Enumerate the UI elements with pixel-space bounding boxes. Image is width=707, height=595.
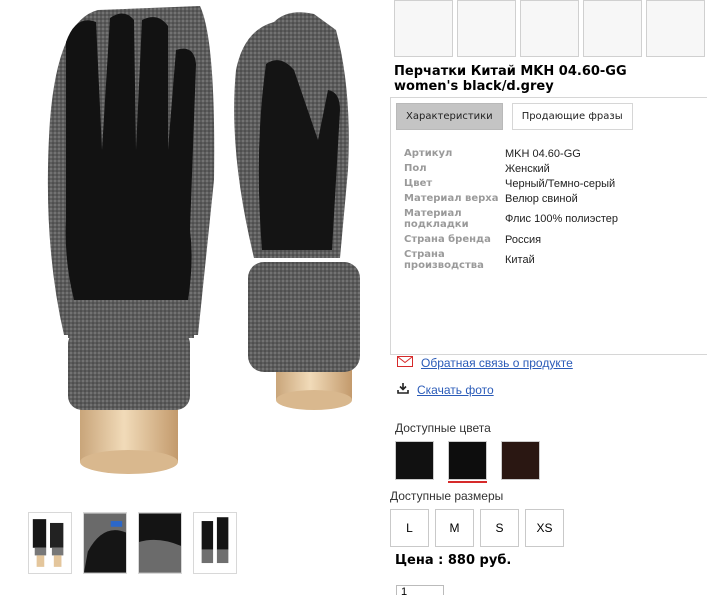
color-swatch-dark-brown[interactable] bbox=[501, 441, 540, 480]
download-photo-link[interactable]: Скачать фото bbox=[417, 383, 494, 397]
feedback-link[interactable]: Обратная связь о продукте bbox=[421, 356, 573, 370]
download-icon bbox=[397, 382, 409, 397]
product-info-panel: Характеристики Продающие фразы Артикул M… bbox=[390, 97, 707, 355]
gloves-photo bbox=[47, 6, 360, 474]
thumbnail-3[interactable] bbox=[138, 512, 182, 574]
spec-key: Материал верха bbox=[404, 193, 499, 204]
top-thumbnail[interactable] bbox=[394, 0, 453, 57]
spec-row: Страна бренда Россия bbox=[404, 232, 618, 247]
top-thumbnail[interactable] bbox=[457, 0, 516, 57]
spec-row: Материал подкладки Флис 100% полиэстер bbox=[404, 206, 618, 232]
spec-row: Материал верха Велюр свиной bbox=[404, 191, 618, 206]
size-option-l[interactable]: L bbox=[390, 509, 429, 547]
tab-characteristics[interactable]: Характеристики bbox=[396, 103, 503, 130]
spec-key: Страна бренда bbox=[404, 234, 491, 245]
spec-row: Страна производства Китай bbox=[404, 247, 618, 273]
spec-key: Пол bbox=[404, 163, 427, 174]
thumbnail-strip bbox=[28, 512, 237, 574]
thumbnail-4[interactable] bbox=[193, 512, 237, 574]
spec-value: MKH 04.60-GG bbox=[505, 147, 581, 160]
spec-row: Цвет Черный/Темно-серый bbox=[404, 176, 618, 191]
top-thumbnail-row bbox=[394, 0, 705, 57]
spec-row: Артикул MKH 04.60-GG bbox=[404, 146, 618, 161]
spec-key: Материал подкладки bbox=[404, 208, 469, 230]
tab-selling-phrases[interactable]: Продающие фразы bbox=[511, 103, 633, 130]
size-option-xs[interactable]: XS bbox=[525, 509, 564, 547]
size-option-m[interactable]: M bbox=[435, 509, 474, 547]
spec-value: Черный/Темно-серый bbox=[505, 177, 616, 190]
spec-key: Артикул bbox=[404, 148, 453, 159]
feedback-row: Обратная связь о продукте bbox=[397, 356, 573, 370]
size-option-s[interactable]: S bbox=[480, 509, 519, 547]
size-options: L M S XS bbox=[390, 509, 564, 547]
spec-table: Артикул MKH 04.60-GG Пол Женский Цвет Че… bbox=[404, 146, 618, 273]
thumbnail-1[interactable] bbox=[28, 512, 72, 574]
top-thumbnail[interactable] bbox=[520, 0, 579, 57]
quantity-input[interactable]: 1 bbox=[396, 585, 444, 595]
spec-key: Цвет bbox=[404, 178, 433, 189]
colors-label: Доступные цвета bbox=[395, 421, 491, 435]
price: Цена : 880 руб. bbox=[395, 553, 512, 568]
spec-value: Женский bbox=[505, 162, 550, 175]
color-swatch-black-grey[interactable] bbox=[448, 441, 487, 483]
spec-row: Пол Женский bbox=[404, 161, 618, 176]
envelope-icon bbox=[397, 356, 413, 370]
spec-key: Страна производства bbox=[404, 249, 484, 271]
download-row: Скачать фото bbox=[397, 382, 494, 397]
spec-value: Россия bbox=[505, 233, 542, 246]
product-main-image bbox=[18, 0, 376, 498]
spec-value: Велюр свиной bbox=[505, 192, 578, 205]
thumbnail-2[interactable] bbox=[83, 512, 127, 574]
top-thumbnail[interactable] bbox=[646, 0, 705, 57]
product-title: Перчатки Китай MKH 04.60-GG women's blac… bbox=[394, 64, 627, 94]
sizes-label: Доступные размеры bbox=[390, 489, 504, 503]
top-thumbnail[interactable] bbox=[583, 0, 642, 57]
spec-value: Китай bbox=[505, 254, 535, 266]
color-swatches bbox=[395, 441, 540, 483]
tab-bar: Характеристики Продающие фразы bbox=[396, 103, 633, 130]
spec-value: Флис 100% полиэстер bbox=[505, 213, 618, 225]
color-swatch-black[interactable] bbox=[395, 441, 434, 480]
